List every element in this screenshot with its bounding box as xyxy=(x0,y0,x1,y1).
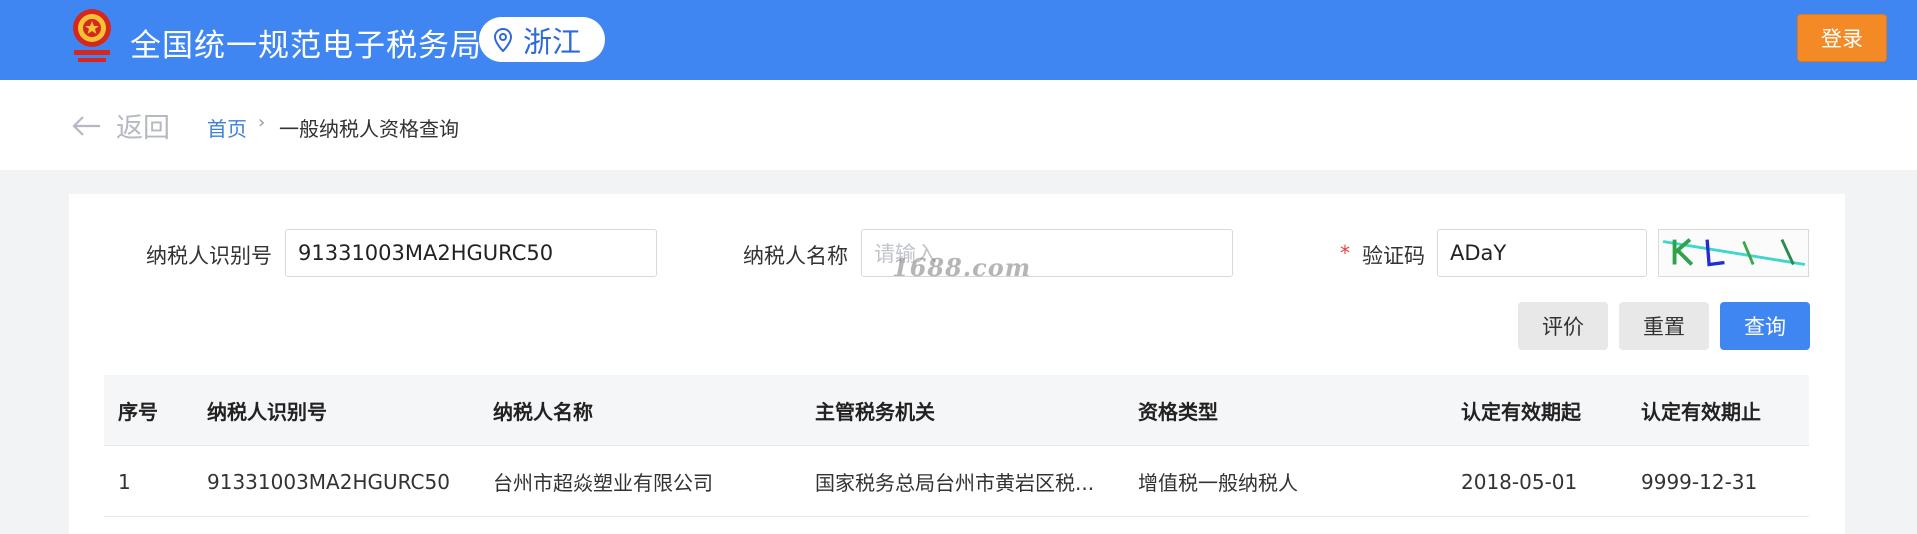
cell-qualification-type: 增值税一般纳税人 xyxy=(1138,471,1298,495)
col-header-valid-from: 认定有效期起 xyxy=(1461,400,1581,424)
breadcrumb-home-link[interactable]: 首页 xyxy=(207,113,247,142)
location-pin-icon xyxy=(493,27,513,52)
breadcrumb-bar: 返回 首页 › 一般纳税人资格查询 xyxy=(0,80,1917,170)
captcha-image[interactable] xyxy=(1658,229,1809,277)
cell-index: 1 xyxy=(118,469,131,494)
table-row: 1 91331003MA2HGURC50 台州市超焱塑业有限公司 国家税务总局台… xyxy=(104,446,1809,517)
search-button[interactable]: 查询 xyxy=(1720,302,1810,350)
evaluate-button[interactable]: 评价 xyxy=(1518,302,1608,350)
arrow-left-icon xyxy=(72,115,100,136)
table-header-row: 序号 纳税人识别号 纳税人名称 主管税务机关 资格类型 认定有效期起 认定有效期… xyxy=(104,375,1809,446)
cell-tax-authority: 国家税务总局台州市黄岩区税... xyxy=(815,471,1095,495)
col-header-qualification-type: 资格类型 xyxy=(1138,400,1218,424)
col-header-taxpayer-name: 纳税人名称 xyxy=(493,400,593,424)
reset-button[interactable]: 重置 xyxy=(1619,302,1709,350)
chevron-right-icon: › xyxy=(258,112,266,133)
site-title: 全国统一规范电子税务局 xyxy=(130,28,482,64)
cell-taxpayer-name: 台州市超焱塑业有限公司 xyxy=(493,471,713,495)
province-selector[interactable]: 浙江 xyxy=(479,17,605,62)
taxpayer-name-label: 纳税人名称 xyxy=(743,244,848,268)
province-label: 浙江 xyxy=(523,24,582,59)
taxpayer-id-label: 纳税人识别号 xyxy=(146,244,272,268)
col-header-valid-to: 认定有效期止 xyxy=(1641,400,1761,424)
tax-emblem-logo xyxy=(73,9,111,62)
breadcrumb-current: 一般纳税人资格查询 xyxy=(279,117,459,141)
captcha-label: 验证码 xyxy=(1362,244,1425,268)
required-mark: * xyxy=(1340,241,1350,265)
col-header-index: 序号 xyxy=(118,400,158,424)
results-table: 序号 纳税人识别号 纳税人名称 主管税务机关 资格类型 认定有效期起 认定有效期… xyxy=(104,375,1809,517)
captcha-input[interactable]: ADaY xyxy=(1437,229,1647,277)
back-label: 返回 xyxy=(116,113,170,144)
cell-valid-from: 2018-05-01 xyxy=(1461,469,1578,494)
top-header: 全国统一规范电子税务局 浙江 登录 xyxy=(0,0,1917,80)
cell-valid-to: 9999-12-31 xyxy=(1641,469,1758,494)
watermark-1688: 1688.com xyxy=(892,253,1032,282)
col-header-tax-authority: 主管税务机关 xyxy=(815,400,935,424)
back-button[interactable]: 返回 xyxy=(72,106,170,145)
taxpayer-id-input[interactable]: 91331003MA2HGURC50 xyxy=(285,229,657,277)
cell-taxpayer-id: 91331003MA2HGURC50 xyxy=(207,469,450,494)
login-button[interactable]: 登录 xyxy=(1797,14,1887,62)
col-header-taxpayer-id: 纳税人识别号 xyxy=(207,400,327,424)
